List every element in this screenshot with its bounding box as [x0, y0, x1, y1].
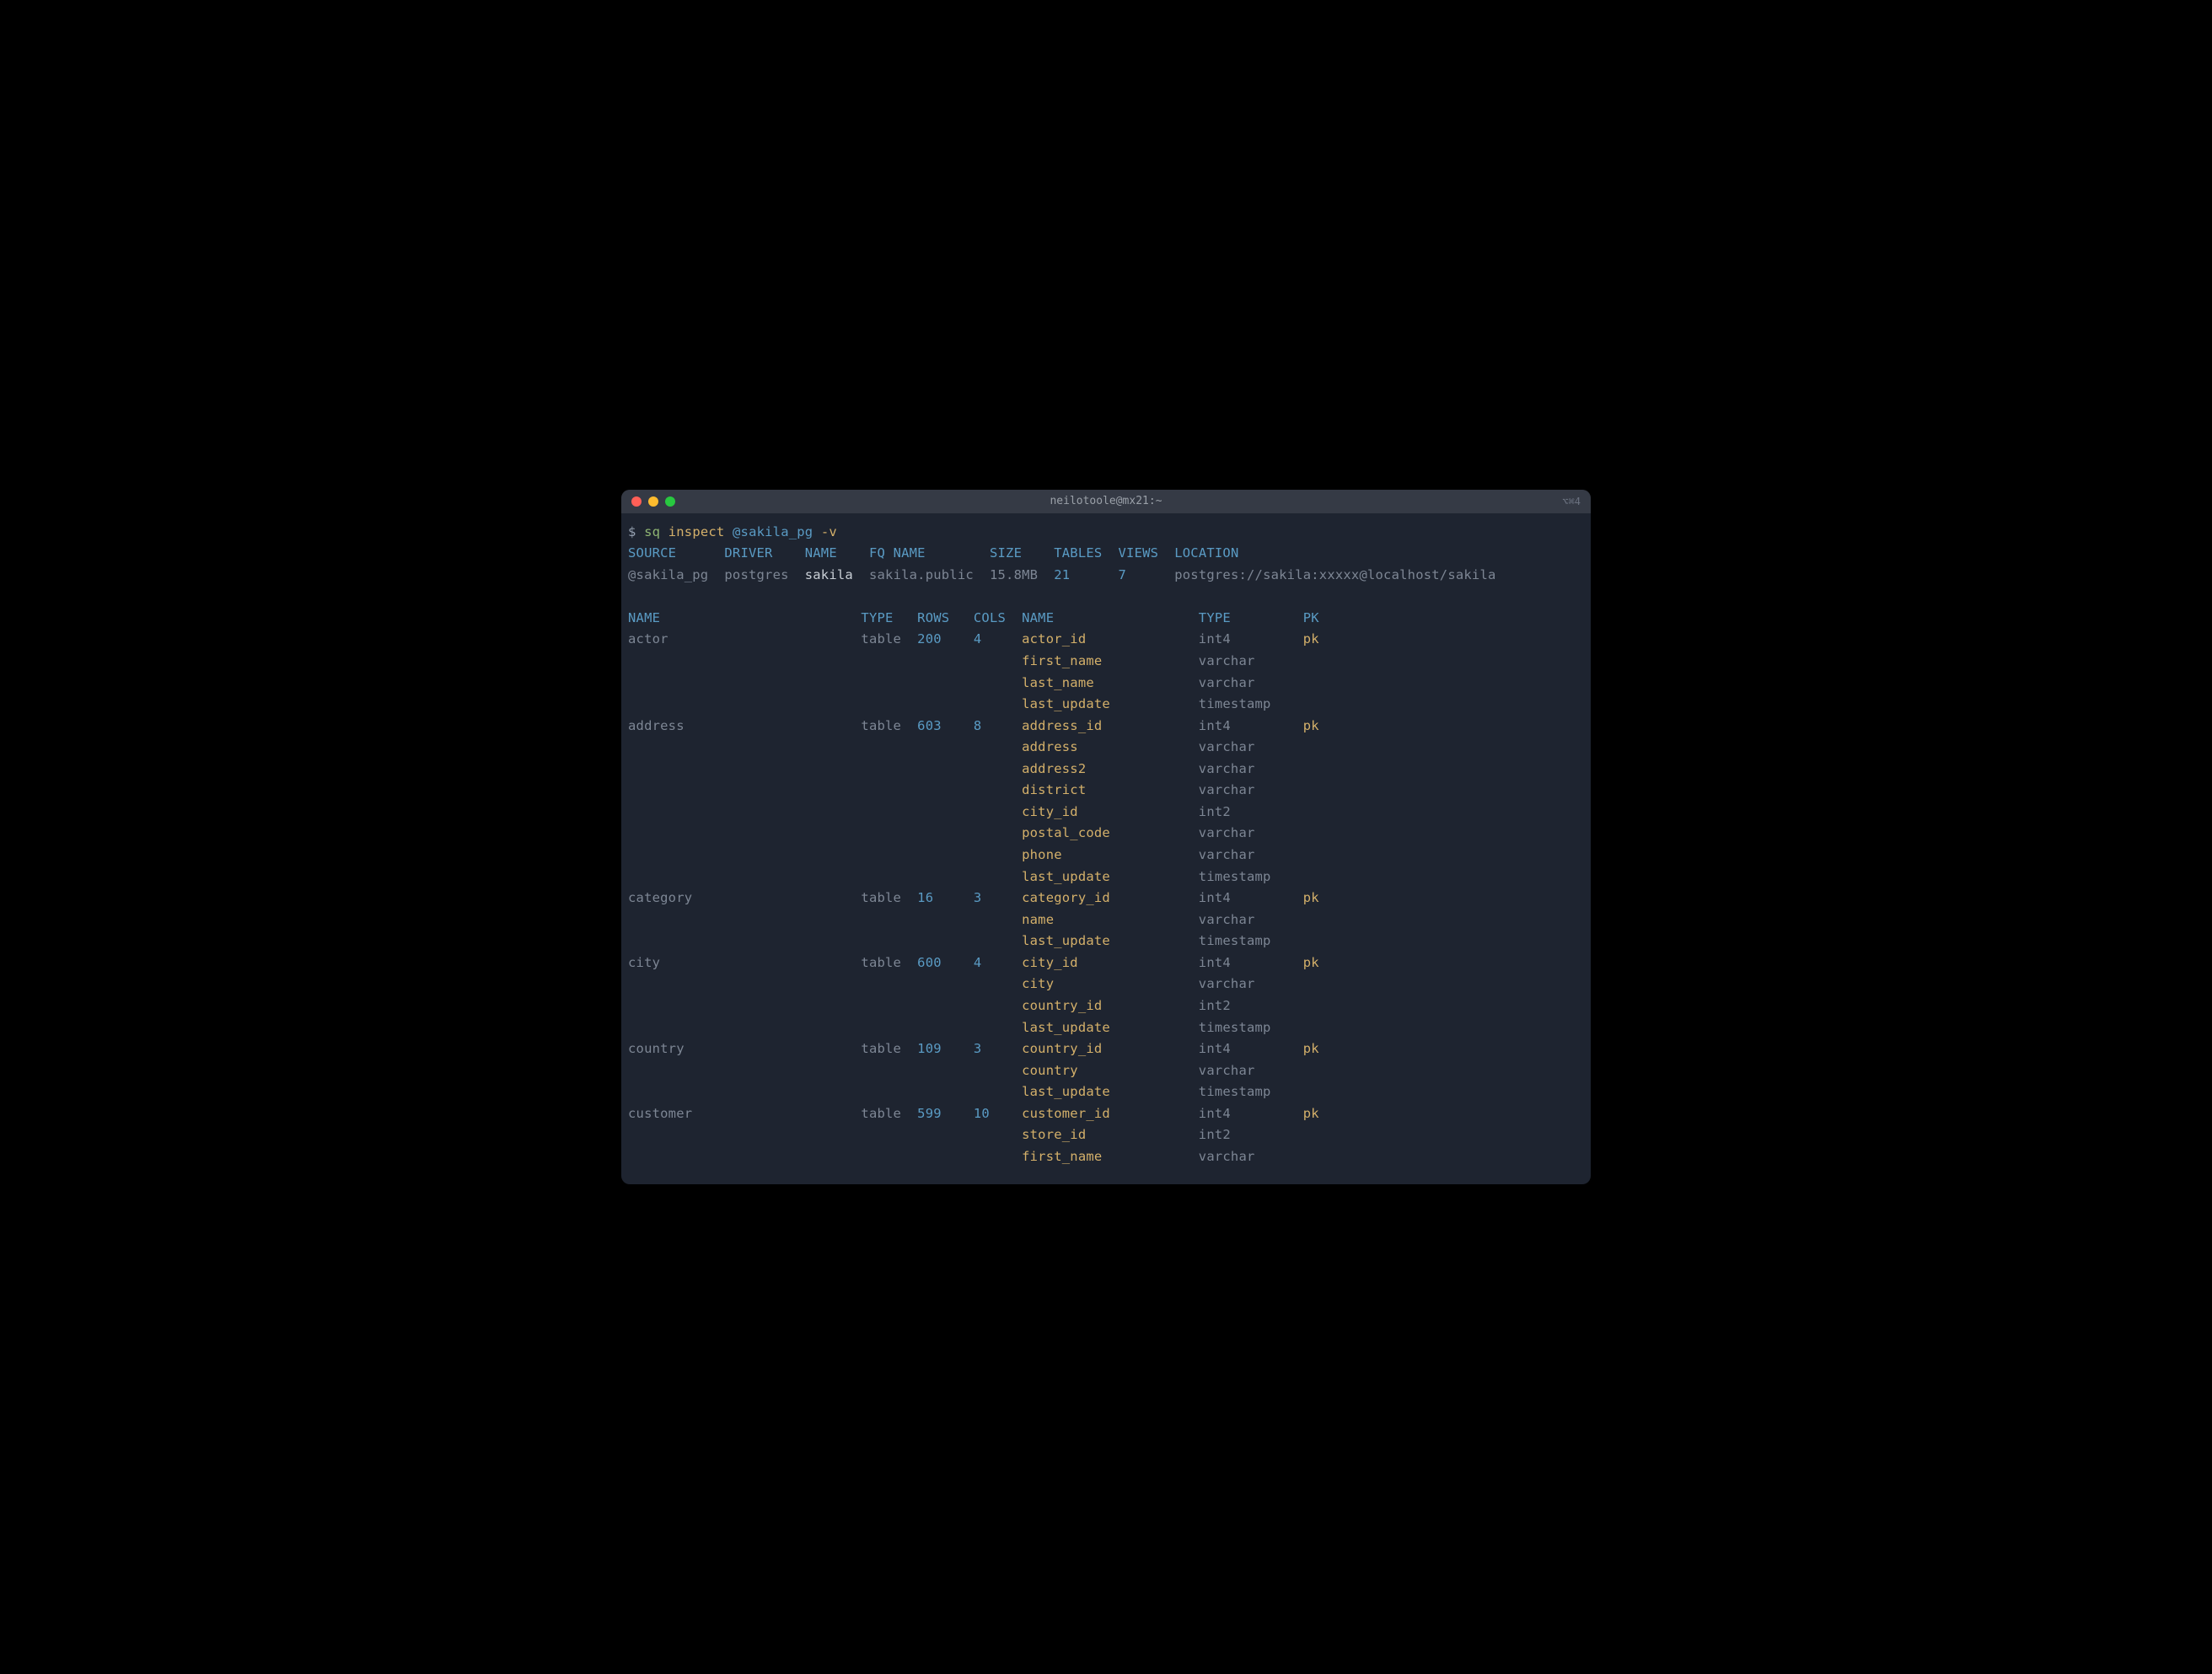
table-row: name varchar	[628, 909, 1584, 931]
table-row: last_update timestamp	[628, 931, 1584, 952]
table-row: city varchar	[628, 974, 1584, 995]
table-row: address varchar	[628, 737, 1584, 759]
close-icon[interactable]	[631, 496, 642, 507]
detail-header: NAME TYPE ROWS COLS NAME TYPE PK	[628, 608, 1584, 630]
titlebar: neilotoole@mx21:~ ⌥⌘4	[621, 490, 1591, 513]
minimize-icon[interactable]	[648, 496, 658, 507]
table-row: customer table 599 10 customer_id int4 p…	[628, 1103, 1584, 1125]
table-row: district varchar	[628, 780, 1584, 802]
table-row: last_name varchar	[628, 673, 1584, 695]
table-row: first_name varchar	[628, 651, 1584, 673]
table-row: category table 16 3 category_id int4 pk	[628, 888, 1584, 909]
table-row: city table 600 4 city_id int4 pk	[628, 952, 1584, 974]
terminal-body[interactable]: $ sq inspect @sakila_pg -v SOURCE DRIVER…	[621, 513, 1591, 1185]
table-row: actor table 200 4 actor_id int4 pk	[628, 629, 1584, 651]
table-row: last_update timestamp	[628, 694, 1584, 716]
cmd-exe: sq	[644, 524, 660, 539]
cmd-sub: inspect	[668, 524, 725, 539]
traffic-lights	[631, 496, 675, 507]
cmd-flag: -v	[821, 524, 837, 539]
table-row: last_update timestamp	[628, 1081, 1584, 1103]
zoom-icon[interactable]	[665, 496, 675, 507]
table-row: address table 603 8 address_id int4 pk	[628, 716, 1584, 738]
command-line: $ sq inspect @sakila_pg -v	[628, 522, 1584, 544]
summary-header: SOURCE DRIVER NAME FQ NAME SIZE TABLES V…	[628, 543, 1584, 565]
detail-rows: actor table 200 4 actor_id int4 pk first…	[628, 629, 1584, 1167]
table-row: country table 109 3 country_id int4 pk	[628, 1038, 1584, 1060]
blank-line	[628, 586, 1584, 608]
table-row: store_id int2	[628, 1124, 1584, 1146]
window-shortcut: ⌥⌘4	[1562, 496, 1581, 507]
table-row: country_id int2	[628, 995, 1584, 1017]
table-row: phone varchar	[628, 845, 1584, 867]
table-row: address2 varchar	[628, 759, 1584, 781]
prompt: $	[628, 524, 636, 539]
table-row: city_id int2	[628, 802, 1584, 824]
terminal-window: neilotoole@mx21:~ ⌥⌘4 $ sq inspect @saki…	[621, 490, 1591, 1185]
table-row: first_name varchar	[628, 1146, 1584, 1168]
summary-values: @sakila_pg postgres sakila sakila.public…	[628, 565, 1584, 587]
table-row: country varchar	[628, 1060, 1584, 1082]
table-row: last_update timestamp	[628, 1017, 1584, 1039]
table-row: last_update timestamp	[628, 867, 1584, 888]
table-row: postal_code varchar	[628, 823, 1584, 845]
window-title: neilotoole@mx21:~	[1050, 495, 1162, 507]
cmd-arg: @sakila_pg	[733, 524, 813, 539]
